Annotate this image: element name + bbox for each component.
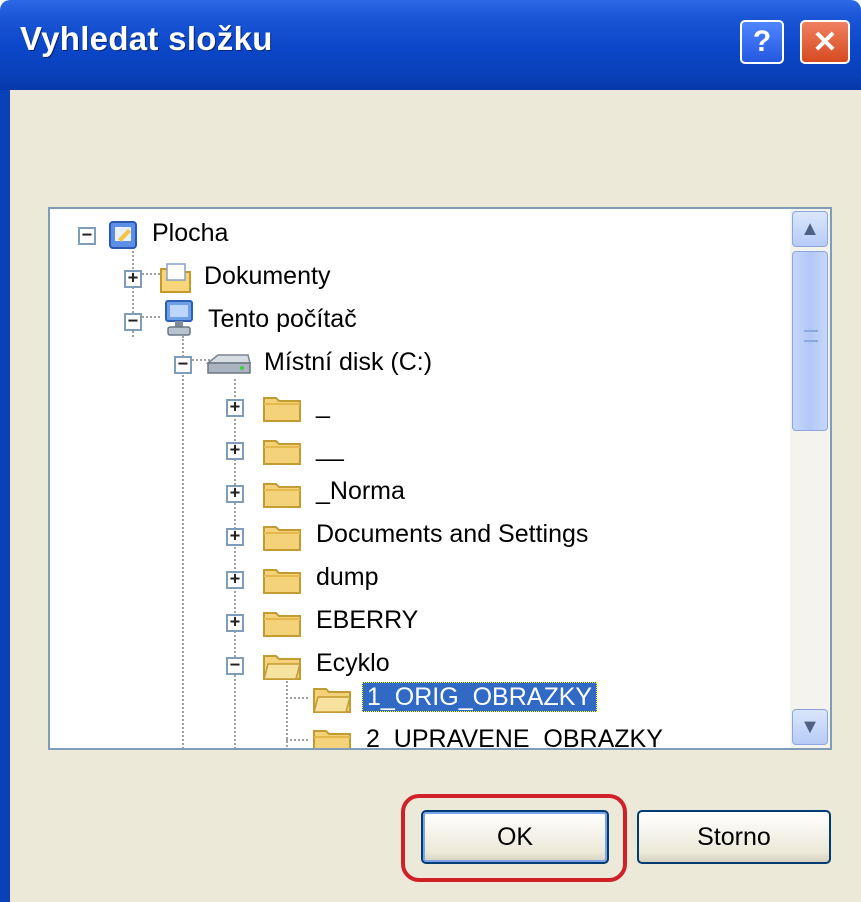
highlight-ring — [401, 794, 627, 882]
tree-item-label[interactable]: Tento počítač — [208, 305, 357, 334]
expand-icon[interactable]: + — [124, 270, 142, 288]
vertical-scrollbar[interactable]: ▲ ▼ — [790, 209, 830, 748]
cancel-button[interactable]: Storno — [637, 810, 831, 864]
window-border — [0, 90, 10, 902]
tree-item-label[interactable]: Documents and Settings — [316, 520, 588, 549]
folder-icon — [263, 569, 301, 594]
close-button[interactable]: ✕ — [800, 20, 850, 64]
help-button[interactable]: ? — [740, 20, 784, 64]
collapse-icon[interactable]: − — [226, 657, 244, 675]
tree-item-label[interactable]: 2_UPRAVENE_OBRAZKY — [366, 725, 663, 748]
folder-browse-dialog: Vyhledat složku ? ✕ − Plocha + Dokumenty — [0, 0, 861, 902]
tree-item-label[interactable]: Ecyklo — [316, 649, 390, 678]
tree-item-label[interactable]: dump — [316, 563, 379, 592]
collapse-icon[interactable]: − — [78, 227, 96, 245]
scroll-up-icon[interactable]: ▲ — [792, 211, 828, 247]
tree-line — [142, 316, 160, 318]
tree-item-label[interactable]: _ — [316, 391, 330, 420]
tree-item-label[interactable]: __ — [316, 434, 344, 463]
tree-line — [234, 379, 236, 748]
folder-icon — [263, 397, 301, 422]
tree-line — [286, 739, 308, 741]
folder-icon — [263, 483, 301, 508]
folder-icon — [263, 440, 301, 465]
selected-tree-item[interactable]: 1_ORIG_OBRAZKY — [362, 682, 598, 712]
title-bar[interactable]: Vyhledat složku ? ✕ — [0, 0, 861, 90]
expand-icon[interactable]: + — [226, 442, 244, 460]
folder-icon — [313, 730, 351, 748]
expand-icon[interactable]: + — [226, 571, 244, 589]
tree-item-label[interactable]: EBERRY — [316, 606, 418, 635]
collapse-icon[interactable]: − — [174, 356, 192, 374]
computer-icon — [165, 300, 193, 336]
scroll-down-icon[interactable]: ▼ — [792, 709, 828, 745]
disk-drive-icon — [205, 354, 251, 374]
folder-icon — [263, 526, 301, 551]
open-folder-icon — [313, 688, 351, 713]
desktop-icon — [109, 221, 137, 249]
tree-line — [182, 336, 184, 748]
tree-item-label[interactable]: Místní disk (C:) — [264, 348, 432, 377]
collapse-icon[interactable]: − — [124, 313, 142, 331]
tree-item-label: 1_ORIG_OBRAZKY — [362, 682, 598, 712]
grip-icon — [804, 330, 818, 342]
open-folder-icon — [263, 655, 301, 680]
tree-item-label[interactable]: Plocha — [152, 219, 228, 248]
folder-tree[interactable]: − Plocha + Dokumenty − Tento počítač − M… — [48, 207, 832, 750]
expand-icon[interactable]: + — [226, 528, 244, 546]
expand-icon[interactable]: + — [226, 399, 244, 417]
expand-icon[interactable]: + — [226, 485, 244, 503]
tree-line — [286, 697, 308, 699]
documents-folder-icon — [160, 263, 191, 293]
tree-item-label[interactable]: _Norma — [316, 477, 405, 506]
expand-icon[interactable]: + — [226, 614, 244, 632]
tree-item-label[interactable]: Dokumenty — [204, 262, 330, 291]
folder-icon — [263, 612, 301, 637]
dialog-title: Vyhledat složku — [20, 20, 273, 57]
scroll-thumb[interactable] — [792, 251, 828, 431]
